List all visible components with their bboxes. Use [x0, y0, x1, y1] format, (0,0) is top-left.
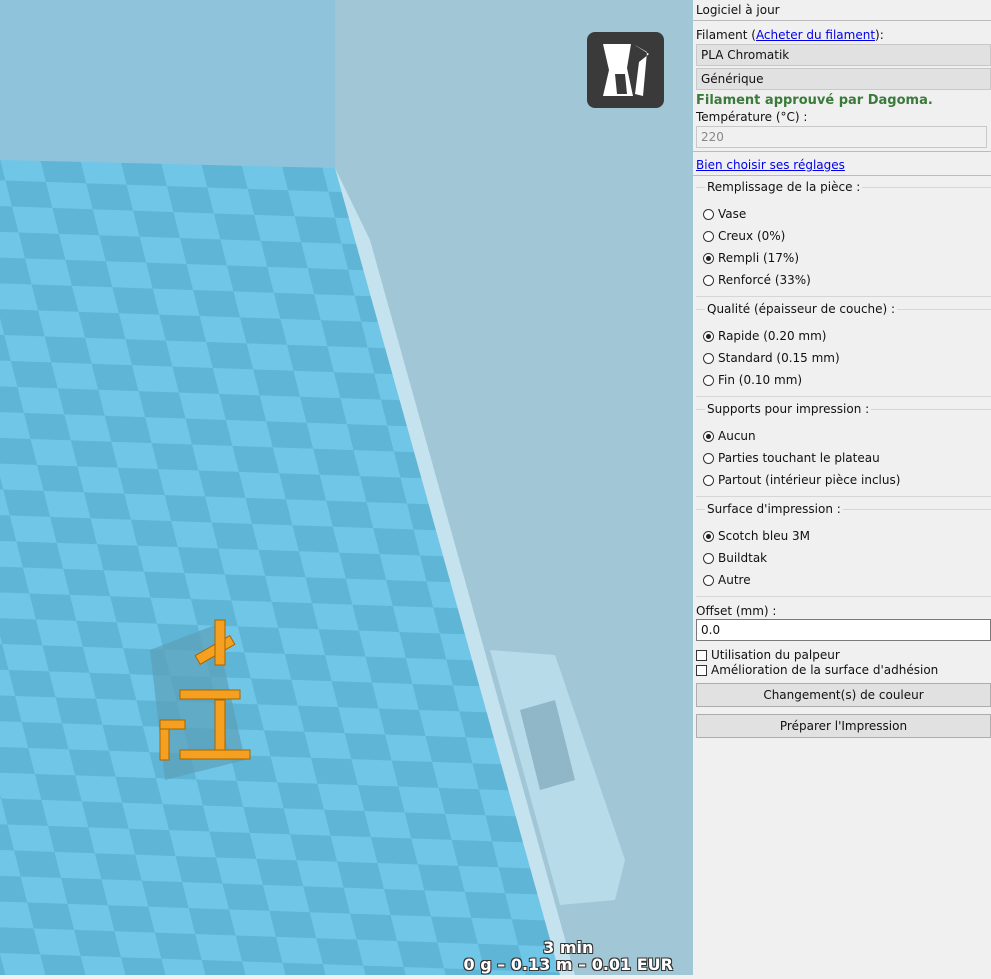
radio-option[interactable]: Parties touchant le plateau [703, 451, 880, 465]
adhesion-checkbox[interactable]: Amélioration de la surface d'adhésion [696, 663, 938, 677]
temperature-input[interactable]: 220 [696, 126, 987, 148]
group-title: Remplissage de la pièce : [705, 180, 863, 194]
radio-label: Scotch bleu 3M [718, 529, 811, 543]
radio-option[interactable]: Renforcé (33%) [703, 273, 811, 287]
radio-option[interactable]: Partout (intérieur pièce inclus) [703, 473, 900, 487]
radio-option[interactable]: Autre [703, 573, 751, 587]
print-time: 3 min [543, 938, 594, 957]
radio-button[interactable] [703, 252, 714, 264]
print-stats: 0 g – 0.13 m – 0.01 EUR [463, 955, 673, 974]
radio-option[interactable]: Fin (0.10 mm) [703, 373, 802, 387]
filament-label: Filament (Acheter du filament): [696, 28, 884, 42]
radio-option[interactable]: Standard (0.15 mm) [703, 351, 840, 365]
radio-label: Buildtak [718, 551, 768, 565]
approved-message: Filament approuvé par Dagoma. [696, 93, 933, 108]
radio-button[interactable] [703, 552, 714, 564]
temperature-label: Température (°C) : [696, 110, 808, 124]
option-group: Surface d'impression : Scotch bleu 3M Buil… [696, 502, 991, 597]
radio-button[interactable] [703, 374, 714, 386]
radio-option[interactable]: Rapide (0.20 mm) [703, 329, 826, 343]
filament-brand-select[interactable]: Générique [696, 68, 991, 90]
radio-button[interactable] [703, 330, 714, 342]
update-status: Logiciel à jour [696, 3, 780, 17]
radio-label: Vase [718, 207, 747, 221]
radio-button[interactable] [703, 452, 714, 464]
radio-button[interactable] [703, 208, 714, 220]
radio-label: Autre [718, 573, 751, 587]
radio-option[interactable]: Scotch bleu 3M [703, 529, 810, 543]
radio-option[interactable]: Vase [703, 207, 746, 221]
prepare-print-button[interactable]: Préparer l'Impression [696, 714, 991, 738]
radio-button[interactable] [703, 574, 714, 586]
radio-button[interactable] [703, 274, 714, 286]
group-title: Surface d'impression : [705, 502, 843, 516]
settings-guide-link[interactable]: Bien choisir ses réglages [696, 158, 845, 172]
radio-label: Fin (0.10 mm) [718, 373, 803, 387]
radio-label: Rapide (0.20 mm) [718, 329, 827, 343]
offset-input[interactable]: 0.0 [696, 619, 991, 641]
buy-filament-link[interactable]: Acheter du filament [756, 28, 875, 42]
group-title: Supports pour impression : [705, 402, 872, 416]
probe-checkbox[interactable]: Utilisation du palpeur [696, 648, 840, 662]
radio-label: Partout (intérieur pièce inclus) [718, 473, 901, 487]
radio-option[interactable]: Aucun [703, 429, 756, 443]
build-plate-scene [0, 0, 693, 975]
radio-label: Aucun [718, 429, 756, 443]
color-change-button[interactable]: Changement(s) de couleur [696, 683, 991, 707]
option-group: Supports pour impression : Aucun Parties t… [696, 402, 991, 497]
print-estimate: 3 min 0 g – 0.13 m – 0.01 EUR [464, 939, 673, 973]
option-group: Qualité (épaisseur de couche) : Rapide (0… [696, 302, 991, 397]
3d-viewport[interactable]: 3 min 0 g – 0.13 m – 0.01 EUR [0, 0, 693, 975]
filament-select[interactable]: PLA Chromatik [696, 44, 991, 66]
radio-button[interactable] [703, 530, 714, 542]
radio-label: Parties touchant le plateau [718, 451, 880, 465]
radio-label: Renforcé (33%) [718, 273, 811, 287]
radio-button[interactable] [703, 352, 714, 364]
radio-option[interactable]: Creux (0%) [703, 229, 785, 243]
radio-button[interactable] [703, 474, 714, 486]
radio-label: Creux (0%) [718, 229, 786, 243]
group-title: Qualité (épaisseur de couche) : [705, 302, 898, 316]
radio-button[interactable] [703, 430, 714, 442]
radio-label: Standard (0.15 mm) [718, 351, 840, 365]
radio-option[interactable]: Rempli (17%) [703, 251, 799, 265]
option-group: Remplissage de la pièce : Vase Creux (0%) R… [696, 180, 991, 297]
dagoma-logo-icon [587, 32, 664, 108]
radio-button[interactable] [703, 230, 714, 242]
settings-panel: Logiciel à jour Filament (Acheter du fil… [693, 0, 991, 979]
radio-label: Rempli (17%) [718, 251, 800, 265]
radio-option[interactable]: Buildtak [703, 551, 767, 565]
offset-label: Offset (mm) : [696, 604, 777, 618]
